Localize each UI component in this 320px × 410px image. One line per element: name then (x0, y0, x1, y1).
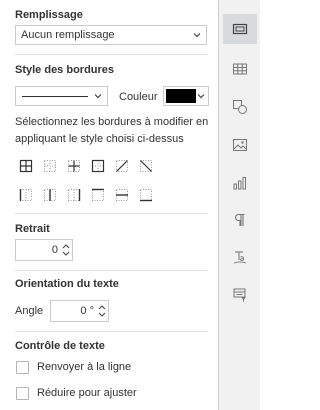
right-toolbar (218, 0, 260, 410)
border-left-icon (19, 189, 32, 201)
cell-settings-icon (232, 23, 248, 35)
spinner-arrows-icon[interactable] (61, 241, 71, 259)
border-color-picker[interactable] (163, 86, 209, 106)
border-all-button[interactable] (17, 157, 35, 175)
border-color-label: Couleur (119, 91, 158, 103)
wrap-text-checkbox[interactable] (16, 361, 29, 374)
chevron-down-icon (193, 33, 201, 38)
border-inner-horizontal-icon (116, 189, 128, 201)
border-outer-button[interactable] (89, 157, 107, 175)
border-all-icon (19, 159, 33, 173)
shrink-to-fit-checkbox[interactable] (16, 387, 29, 400)
chevron-down-icon (94, 94, 102, 99)
separator (15, 331, 208, 332)
border-line-style-select[interactable] (15, 86, 108, 106)
border-diagonal-down-icon (140, 160, 152, 172)
border-diagonal-up-button[interactable] (113, 157, 131, 175)
border-top-icon (92, 188, 104, 201)
border-instruction-text: Sélectionnez les bordures à modifier en … (15, 116, 209, 145)
border-right-icon (68, 189, 81, 201)
fill-select[interactable]: Aucun remplissage (15, 25, 207, 45)
text-art-icon (233, 251, 247, 264)
border-right-button[interactable] (65, 186, 83, 204)
image-icon (233, 139, 247, 151)
table-icon (233, 63, 247, 75)
rail-paragraph-button[interactable] (223, 205, 257, 235)
rail-text-art-button[interactable] (223, 242, 257, 272)
separator (15, 270, 208, 271)
pivot-table-icon (233, 288, 246, 302)
rail-cell-settings-button[interactable] (223, 14, 257, 44)
angle-value: 0 ° (80, 305, 94, 317)
fill-select-value: Aucun remplissage (21, 29, 115, 41)
border-left-button[interactable] (17, 186, 35, 204)
border-bottom-button[interactable] (137, 186, 155, 204)
text-orientation-title: Orientation du texte (15, 278, 119, 290)
border-inner-vertical-icon (44, 189, 56, 201)
cell-settings-panel: Remplissage Aucun remplissage Style des … (0, 0, 218, 410)
rail-pivot-table-button[interactable] (223, 280, 257, 310)
chart-icon (233, 177, 246, 190)
border-inner-horizontal-button[interactable] (113, 186, 131, 204)
border-inner-icon (68, 160, 80, 172)
shape-icon (233, 100, 247, 114)
rail-image-button[interactable] (223, 130, 257, 160)
indent-value: 0 (51, 244, 58, 256)
text-control-title: Contrôle de texte (15, 340, 105, 352)
rail-shape-button[interactable] (223, 92, 257, 122)
border-none-icon (44, 160, 56, 172)
line-style-preview (22, 96, 88, 97)
border-inner-vertical-button[interactable] (41, 186, 59, 204)
fill-title: Remplissage (15, 9, 83, 21)
chevron-down-icon (197, 94, 205, 99)
wrap-text-label: Renvoyer à la ligne (37, 361, 132, 373)
border-bottom-icon (140, 189, 152, 202)
border-outer-icon (91, 159, 105, 173)
shrink-to-fit-label: Réduire pour ajuster (37, 387, 137, 399)
border-none-button[interactable] (41, 157, 59, 175)
border-inner-button[interactable] (65, 157, 83, 175)
rail-table-button[interactable] (223, 54, 257, 84)
spinner-arrows-icon[interactable] (97, 302, 107, 320)
border-diagonal-up-icon (116, 160, 128, 172)
paragraph-icon (235, 213, 245, 226)
indent-spinner[interactable]: 0 (15, 239, 73, 261)
border-top-button[interactable] (89, 186, 107, 204)
separator (15, 213, 208, 214)
border-color-swatch (166, 89, 196, 103)
angle-spinner[interactable]: 0 ° (50, 300, 109, 322)
rail-chart-button[interactable] (223, 168, 257, 198)
indent-title: Retrait (15, 223, 50, 235)
border-diagonal-down-button[interactable] (137, 157, 155, 175)
border-style-title: Style des bordures (15, 64, 115, 76)
angle-label: Angle (15, 305, 44, 317)
separator (15, 54, 208, 55)
